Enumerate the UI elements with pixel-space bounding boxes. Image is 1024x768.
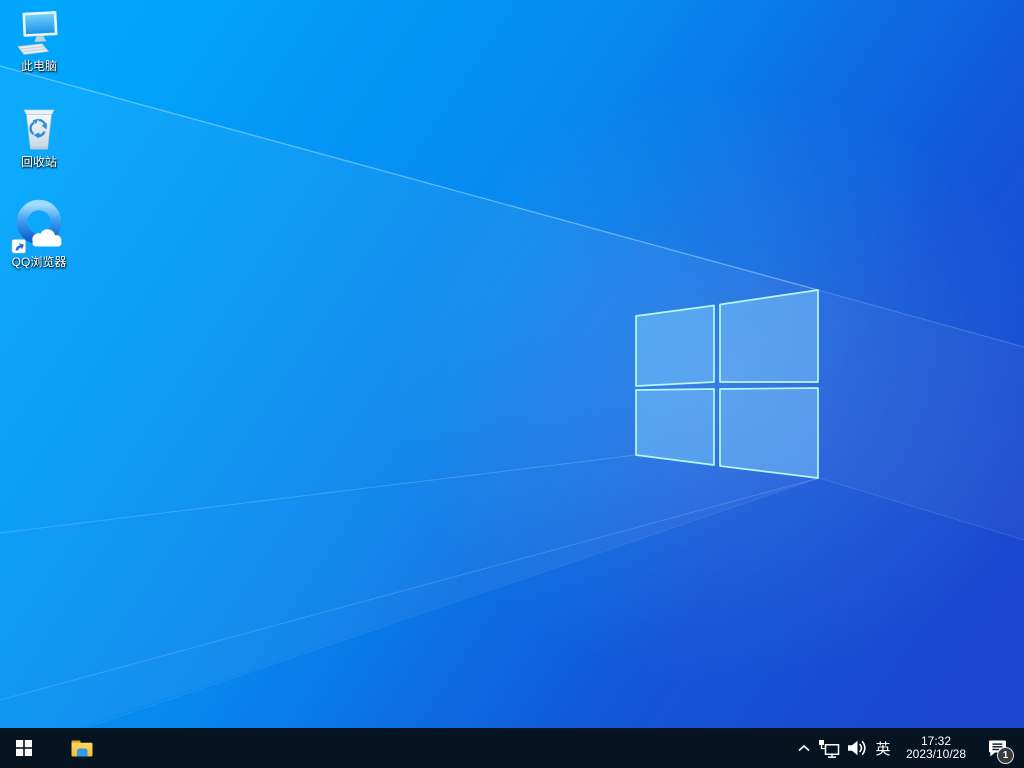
network-ethernet-icon [818,737,841,759]
taskbar: 英 17:32 2023/10/28 1 [0,728,1024,768]
tray-network[interactable] [816,728,843,768]
desktop-icon-recycle-bin[interactable]: 回收站 [0,104,78,169]
start-button[interactable] [0,728,48,768]
recycle-bin-icon [17,104,61,154]
notification-count-badge: 1 [997,747,1014,764]
tray-show-hidden-icons[interactable] [792,728,816,768]
folder-icon [70,738,94,758]
desktop-icon-this-pc[interactable]: 此电脑 [0,10,78,73]
shortcut-arrow-icon [12,240,26,254]
action-center-button[interactable]: 1 [976,728,1018,768]
system-tray: 英 17:32 2023/10/28 1 [792,728,1024,768]
desktop-icon-label: 此电脑 [21,59,57,73]
tray-clock[interactable]: 17:32 2023/10/28 [896,728,976,768]
windows-logo-icon [16,740,32,756]
desktop-icon-qq-browser[interactable]: QQ浏览器 [0,197,78,269]
wallpaper [0,0,1024,768]
chevron-up-icon [797,744,811,753]
qq-browser-icon [11,197,67,254]
computer-monitor-icon [15,10,63,58]
clock-date: 2023/10/28 [906,748,966,761]
tray-volume[interactable] [843,728,870,768]
desktop-icon-label: QQ浏览器 [12,255,67,269]
desktop-icon-label: 回收站 [21,155,57,169]
desktop[interactable]: 此电脑 回收站 [0,0,1024,768]
tray-input-language[interactable]: 英 [870,728,896,768]
input-language-label: 英 [875,738,890,759]
file-explorer-button[interactable] [58,728,106,768]
speaker-icon [846,737,868,759]
